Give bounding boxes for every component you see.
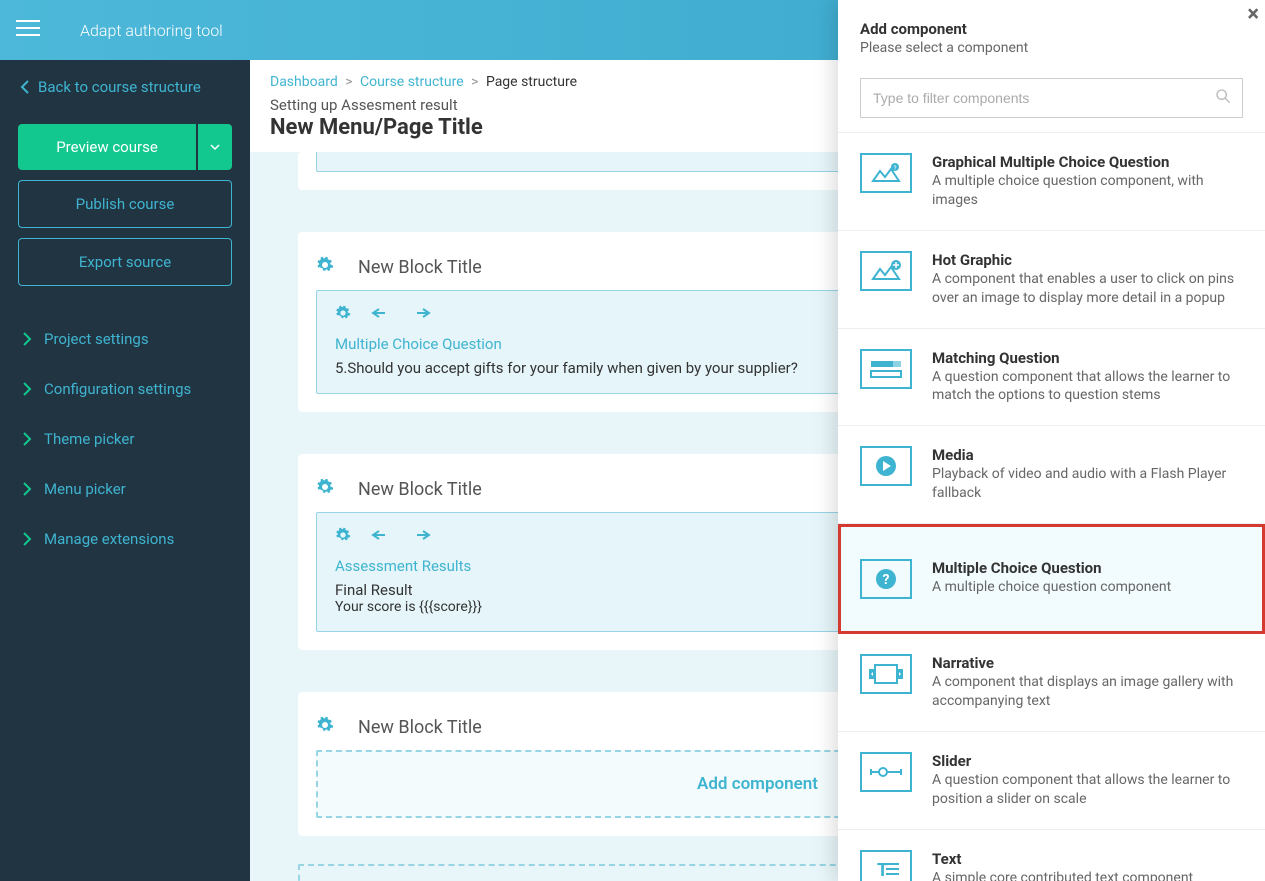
arrow-right-icon[interactable] <box>411 308 431 318</box>
chevron-right-icon <box>22 382 32 396</box>
component-settings-icon[interactable] <box>335 305 351 321</box>
panel-subtitle: Please select a component <box>860 40 1243 56</box>
component-item-title: Matching Question <box>932 349 1243 367</box>
component-item-title: Multiple Choice Question <box>932 559 1171 577</box>
hotgraphic-icon <box>860 251 912 291</box>
component-item-desc: A simple core contributed text component <box>932 869 1193 881</box>
sidebar-item-manage-extensions[interactable]: Manage extensions <box>0 514 250 564</box>
close-panel-icon[interactable]: × <box>1247 2 1259 27</box>
sidebar-item-configuration-settings[interactable]: Configuration settings <box>0 364 250 414</box>
component-item-desc: A component that enables a user to click… <box>932 270 1243 308</box>
component-item-title: Text <box>932 850 1193 868</box>
sidebar-item-label: Project settings <box>44 330 149 348</box>
sidebar-item-theme-picker[interactable]: Theme picker <box>0 414 250 464</box>
component-settings-icon[interactable] <box>335 527 351 543</box>
component-item-mcq[interactable]: ? Multiple Choice QuestionA multiple choi… <box>838 524 1265 634</box>
publish-course-button[interactable]: Publish course <box>18 180 232 228</box>
text-icon: T <box>860 850 912 881</box>
sidebar-item-label: Manage extensions <box>44 530 174 548</box>
hamburger-menu-icon[interactable] <box>16 19 40 41</box>
component-item-title: Media <box>932 446 1243 464</box>
block-title: New Block Title <box>358 717 482 738</box>
component-item-title: Slider <box>932 752 1243 770</box>
media-icon <box>860 446 912 486</box>
svg-text:?: ? <box>883 572 890 588</box>
back-label: Back to course structure <box>38 78 201 96</box>
chevron-right-icon <box>22 332 32 346</box>
sidebar-item-menu-picker[interactable]: Menu picker <box>0 464 250 514</box>
breadcrumb-separator: > <box>345 74 352 90</box>
breadcrumb-current: Page structure <box>486 74 577 90</box>
component-item-matching[interactable]: Matching QuestionA question component th… <box>838 329 1265 427</box>
mcq-icon: ? <box>860 559 912 599</box>
sidebar-item-label: Configuration settings <box>44 380 191 398</box>
component-item-hotgraphic[interactable]: Hot GraphicA component that enables a us… <box>838 231 1265 329</box>
svg-text:?: ? <box>894 165 897 172</box>
component-item-media[interactable]: MediaPlayback of video and audio with a … <box>838 426 1265 524</box>
narrative-icon <box>860 654 912 694</box>
block-title: New Block Title <box>358 257 482 278</box>
chevron-down-icon <box>210 144 220 150</box>
component-item-title: Narrative <box>932 654 1243 672</box>
component-item-slider[interactable]: SliderA question component that allows t… <box>838 732 1265 830</box>
search-icon <box>1215 88 1231 108</box>
gmcq-icon: ? <box>860 153 912 193</box>
panel-title: Add component <box>860 20 1243 38</box>
component-item-desc: A component that displays an image galle… <box>932 673 1243 711</box>
component-item-gmcq[interactable]: ? Graphical Multiple Choice QuestionA mul… <box>838 133 1265 231</box>
block-title: New Block Title <box>358 479 482 500</box>
export-source-button[interactable]: Export source <box>18 238 232 286</box>
block-settings-icon[interactable] <box>316 478 334 500</box>
component-item-title: Hot Graphic <box>932 251 1243 269</box>
component-item-narrative[interactable]: NarrativeA component that displays an im… <box>838 634 1265 732</box>
component-item-desc: Playback of video and audio with a Flash… <box>932 465 1243 503</box>
chevron-left-icon <box>20 80 30 94</box>
component-item-desc: A multiple choice question component <box>932 578 1171 597</box>
chevron-right-icon <box>22 532 32 546</box>
component-item-text[interactable]: T TextA simple core contributed text comp… <box>838 830 1265 881</box>
matching-icon <box>860 349 912 389</box>
block-settings-icon[interactable] <box>316 256 334 278</box>
component-item-desc: A multiple choice question component, wi… <box>932 172 1243 210</box>
chevron-right-icon <box>22 482 32 496</box>
preview-course-button[interactable]: Preview course <box>18 124 196 170</box>
sidebar-item-label: Theme picker <box>44 430 134 448</box>
back-to-course-link[interactable]: Back to course structure <box>0 60 250 114</box>
chevron-right-icon <box>22 432 32 446</box>
block-settings-icon[interactable] <box>316 716 334 738</box>
component-filter-input[interactable] <box>860 78 1243 118</box>
sidebar-item-label: Menu picker <box>44 480 126 498</box>
arrow-left-icon[interactable] <box>371 530 391 540</box>
breadcrumb-separator: > <box>471 74 478 90</box>
preview-course-dropdown[interactable] <box>198 124 232 170</box>
arrow-right-icon[interactable] <box>411 530 431 540</box>
breadcrumb-item[interactable]: Course structure <box>360 74 464 90</box>
component-item-desc: A question component that allows the lea… <box>932 771 1243 809</box>
add-component-panel: × Add component Please select a componen… <box>838 0 1265 881</box>
component-item-title: Graphical Multiple Choice Question <box>932 153 1243 171</box>
component-item-desc: A question component that allows the lea… <box>932 368 1243 406</box>
sidebar-item-project-settings[interactable]: Project settings <box>0 314 250 364</box>
arrow-left-icon[interactable] <box>371 308 391 318</box>
slider-icon <box>860 752 912 792</box>
breadcrumb-item[interactable]: Dashboard <box>270 74 338 90</box>
